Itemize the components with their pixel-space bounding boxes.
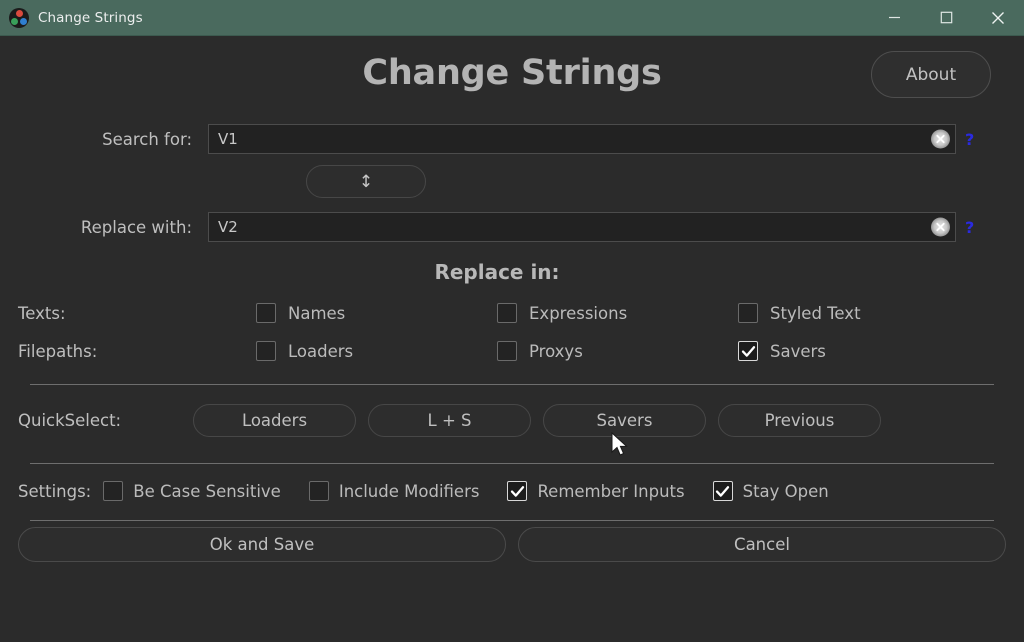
checkbox-proxys-label: Proxys <box>529 341 583 361</box>
checkbox-expressions-label: Expressions <box>529 303 628 323</box>
davinci-resolve-icon <box>9 7 29 28</box>
window-controls <box>868 0 1024 36</box>
replace-with-row: Replace with: ? <box>18 210 1006 244</box>
maximize-button[interactable] <box>920 0 972 36</box>
replace-help-link[interactable]: ? <box>965 218 974 237</box>
filepaths-label: Filepaths: <box>18 341 98 361</box>
quickselect-label: QuickSelect: <box>18 410 122 430</box>
checkbox-loaders-label: Loaders <box>288 341 354 361</box>
quickselect-buttons: Loaders L + S Savers Previous <box>193 403 881 437</box>
check-icon <box>741 345 755 357</box>
cancel-button[interactable]: Cancel <box>518 527 1006 562</box>
filepaths-row: Filepaths: Loaders Proxys Savers <box>18 332 1006 370</box>
search-input-wrap <box>208 124 956 154</box>
checkbox-names-box[interactable] <box>256 303 276 323</box>
quickselect-ls-button[interactable]: L + S <box>368 403 531 437</box>
checkbox-include-modifiers-label: Include Modifiers <box>338 481 480 501</box>
quickselect-previous-button[interactable]: Previous <box>718 403 881 437</box>
swap-fields-button[interactable]: ↕ <box>306 165 426 198</box>
replace-with-label: Replace with: <box>80 217 192 237</box>
quickselect-row: QuickSelect: Loaders L + S Savers Previo… <box>18 391 1006 449</box>
quickselect-loaders-button[interactable]: Loaders <box>193 403 356 437</box>
footer-buttons: Ok and Save Cancel <box>18 527 1006 562</box>
replace-input[interactable] <box>208 212 956 242</box>
check-icon <box>510 485 525 497</box>
setting-include-modifiers[interactable]: Include Modifiers <box>308 481 480 501</box>
search-for-label: Search for: <box>102 129 192 149</box>
checkbox-styled-text[interactable]: Styled Text <box>738 303 979 323</box>
checkbox-expressions[interactable]: Expressions <box>497 303 738 323</box>
checkbox-case-sensitive-label: Be Case Sensitive <box>133 481 281 501</box>
clear-replace-icon[interactable] <box>931 217 950 237</box>
texts-label: Texts: <box>18 303 66 323</box>
checkbox-savers[interactable]: Savers <box>738 341 979 361</box>
checkbox-expressions-box[interactable] <box>497 303 517 323</box>
setting-remember-inputs[interactable]: Remember Inputs <box>507 481 685 501</box>
texts-row: Texts: Names Expressions Styled Text <box>18 294 1006 332</box>
checkbox-styled-text-box[interactable] <box>738 303 758 323</box>
swap-row: ↕ <box>18 165 1006 198</box>
header-row: Change Strings About <box>18 36 1006 110</box>
checkbox-stay-open-label: Stay Open <box>742 481 829 501</box>
checkbox-styled-text-label: Styled Text <box>770 303 861 323</box>
checkbox-proxys-box[interactable] <box>497 341 517 361</box>
search-help-link[interactable]: ? <box>965 130 974 149</box>
dialog-body: Change Strings About Search for: ? ↕ Rep… <box>0 36 1024 642</box>
replace-input-wrap <box>208 212 956 242</box>
checkbox-remember-inputs-box[interactable] <box>507 481 528 501</box>
checkbox-case-sensitive-box[interactable] <box>103 481 124 501</box>
checkbox-remember-inputs-label: Remember Inputs <box>537 481 685 501</box>
minimize-button[interactable] <box>868 0 920 36</box>
divider-top <box>30 384 994 385</box>
ok-and-save-button[interactable]: Ok and Save <box>18 527 506 562</box>
titlebar: Change Strings <box>0 0 1024 36</box>
checkbox-names-label: Names <box>288 303 346 323</box>
checkbox-loaders-box[interactable] <box>256 341 276 361</box>
checkbox-include-modifiers-box[interactable] <box>308 481 329 501</box>
checkbox-savers-label: Savers <box>770 341 826 361</box>
clear-search-icon[interactable] <box>931 129 950 149</box>
divider-bottom <box>30 520 994 521</box>
setting-stay-open[interactable]: Stay Open <box>712 481 829 501</box>
close-button[interactable] <box>972 0 1024 36</box>
settings-label: Settings: <box>18 481 92 501</box>
settings-row: Settings: Be Case Sensitive Include Modi… <box>18 464 1006 518</box>
replace-in-grid: Texts: Names Expressions Styled Text Fil… <box>18 294 1006 370</box>
replace-in-heading: Replace in: <box>434 260 560 284</box>
setting-case-sensitive[interactable]: Be Case Sensitive <box>103 481 281 501</box>
checkbox-stay-open-box[interactable] <box>712 481 733 501</box>
about-button[interactable]: About <box>871 51 991 98</box>
search-for-row: Search for: ? <box>18 122 1006 156</box>
window-title: Change Strings <box>38 9 143 26</box>
search-input[interactable] <box>208 124 956 154</box>
checkbox-savers-box[interactable] <box>738 341 758 361</box>
check-icon <box>715 485 730 497</box>
quickselect-savers-button[interactable]: Savers <box>543 403 706 437</box>
checkbox-names[interactable]: Names <box>256 303 497 323</box>
checkbox-proxys[interactable]: Proxys <box>497 341 738 361</box>
change-strings-window: Change Strings Change Strings About Sear… <box>0 0 1024 642</box>
page-title: Change Strings <box>362 53 662 93</box>
checkbox-loaders[interactable]: Loaders <box>256 341 497 361</box>
